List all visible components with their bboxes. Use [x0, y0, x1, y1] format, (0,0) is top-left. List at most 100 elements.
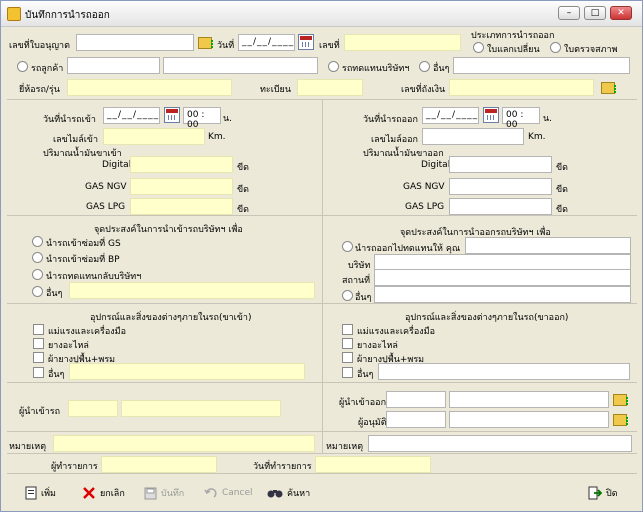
out-equip-jack-checkbox[interactable]	[342, 324, 353, 335]
in-equip-title: อุปกรณ์และสิ่งของต่างๆภายในรถ(ขาเข้า)	[90, 313, 252, 323]
in-fuel-ngv-label: GAS NGV	[85, 182, 127, 192]
out-time-input[interactable]: 00 : 00	[502, 107, 540, 130]
calendar-icon[interactable]	[298, 34, 314, 50]
in-equip-other-input[interactable]	[69, 363, 305, 380]
out-equip-spare-checkbox[interactable]	[342, 338, 353, 349]
operator-label: ผู้ทำรายการ	[51, 462, 98, 472]
out-fuel-lpg-input[interactable]	[449, 198, 552, 215]
in-purpose-gs-label: นำรถเข้าซ่อมที่ GS	[46, 239, 121, 249]
operator-input[interactable]	[101, 456, 217, 473]
in-mileage-input[interactable]	[103, 128, 205, 145]
in-fuel-digital-label: Digital	[102, 160, 132, 170]
divider	[7, 215, 637, 216]
out-equip-mat-checkbox[interactable]	[342, 352, 353, 363]
save-button[interactable]: บันทึก	[144, 484, 184, 502]
browse-driver-icon[interactable]	[613, 394, 628, 406]
customer-car-radio[interactable]	[17, 61, 28, 72]
out-equip-jack-label: แม่แรงและเครื่องมือ	[357, 327, 435, 337]
date-input[interactable]: __/__/____	[238, 34, 295, 51]
in-time-input[interactable]: 00 : 00	[183, 107, 221, 130]
plate-input[interactable]	[297, 79, 363, 96]
undo-icon	[204, 488, 217, 498]
license-input[interactable]	[76, 34, 194, 51]
in-fuel-lpg-unit: ขีด	[237, 205, 249, 215]
in-equip-jack-checkbox[interactable]	[33, 324, 44, 335]
company-car-label: รถทดแทนบริษัทฯ	[342, 64, 410, 74]
out-replace-name-input[interactable]	[465, 237, 631, 254]
browse-approver-icon[interactable]	[613, 414, 628, 426]
out-calendar-icon[interactable]	[483, 107, 499, 123]
in-fuel-ngv-input[interactable]	[130, 178, 233, 195]
browse-license-icon[interactable]	[198, 37, 213, 49]
in-purpose-gs-radio[interactable]	[32, 236, 43, 247]
in-equip-other-label: อื่นๆ	[48, 370, 65, 380]
out-remark-input[interactable]	[368, 435, 632, 452]
customer-car-name-input[interactable]	[163, 57, 318, 74]
out-equip-other-checkbox[interactable]	[342, 367, 353, 378]
window-title: บันทึกการนำรถออก	[25, 10, 110, 21]
out-purpose-other-input[interactable]	[374, 286, 631, 303]
title-bar: บันทึกการนำรถออก – □ ✕	[1, 1, 642, 27]
search-label: ค้นหา	[287, 489, 311, 499]
out-fuel-lpg-unit: ขีด	[556, 205, 568, 215]
out-fuel-digital-input[interactable]	[449, 156, 552, 173]
type-exchange-radio[interactable]	[473, 42, 484, 53]
cancel-en-button[interactable]: Cancel	[204, 484, 253, 502]
other-car-radio[interactable]	[419, 61, 430, 72]
chassis-label: เลขที่ถังเงิน	[401, 85, 446, 95]
out-approver-name-input[interactable]	[449, 411, 609, 428]
in-km-unit: Km.	[208, 132, 226, 142]
cancel-th-button[interactable]: ยกเลิก	[82, 484, 125, 502]
plate-label: ทะเบียน	[260, 85, 291, 95]
in-hour: 00	[187, 110, 199, 120]
in-equip-other-checkbox[interactable]	[33, 367, 44, 378]
out-approver-code-input[interactable]	[386, 411, 446, 428]
in-calendar-icon[interactable]	[164, 107, 180, 123]
company-car-radio[interactable]	[328, 61, 339, 72]
out-company-label: บริษัท	[348, 261, 371, 271]
in-purpose-return-label: นำรถทดแทนกลับบริษัทฯ	[46, 272, 142, 282]
out-driver-code-input[interactable]	[386, 391, 446, 408]
chassis-input[interactable]	[449, 79, 594, 96]
op-date-input[interactable]	[315, 456, 431, 473]
out-purpose-other-radio[interactable]	[342, 290, 353, 301]
maximize-button[interactable]: □	[584, 6, 606, 20]
search-button[interactable]: ค้นหา	[267, 484, 310, 502]
out-fuel-ngv-input[interactable]	[449, 178, 552, 195]
out-date-label: วันที่นำรถออก	[363, 115, 418, 125]
minimize-button[interactable]: –	[558, 6, 580, 20]
add-button[interactable]: เพิ่ม	[25, 484, 56, 502]
other-car-input[interactable]	[453, 57, 630, 74]
in-purpose-bp-label: นำรถเข้าซ่อมที่ BP	[46, 255, 120, 265]
in-purpose-other-input[interactable]	[69, 282, 315, 299]
in-purpose-return-radio[interactable]	[32, 269, 43, 280]
out-place-label: สถานที่	[342, 276, 371, 286]
out-equip-other-input[interactable]	[378, 363, 630, 380]
customer-car-input[interactable]	[67, 57, 160, 74]
in-purpose-other-label: อื่นๆ	[46, 289, 63, 299]
out-mileage-input[interactable]	[422, 128, 524, 145]
out-driver-name-input[interactable]	[449, 391, 609, 408]
divider-vertical	[322, 100, 323, 453]
in-purpose-bp-radio[interactable]	[32, 252, 43, 263]
in-remark-input[interactable]	[53, 435, 315, 452]
in-date-input[interactable]: __/__/____	[103, 107, 160, 124]
out-date-input[interactable]: __/__/____	[422, 107, 479, 124]
in-fuel-digital-input[interactable]	[130, 156, 233, 173]
in-fuel-lpg-label: GAS LPG	[86, 202, 126, 212]
number-input[interactable]	[344, 34, 461, 51]
browse-chassis-icon[interactable]	[601, 82, 616, 94]
out-purpose-replace-radio[interactable]	[342, 241, 353, 252]
in-driver-name-input[interactable]	[121, 400, 281, 417]
exit-button[interactable]: ปิด	[588, 484, 618, 502]
in-equip-spare-checkbox[interactable]	[33, 338, 44, 349]
close-window-button[interactable]: ✕	[610, 6, 632, 20]
in-fuel-lpg-input[interactable]	[130, 198, 233, 215]
out-place-input[interactable]	[374, 269, 631, 286]
type-inspect-radio[interactable]	[550, 42, 561, 53]
cancel-th-label: ยกเลิก	[100, 489, 125, 499]
in-purpose-other-radio[interactable]	[32, 286, 43, 297]
in-driver-code-input[interactable]	[68, 400, 118, 417]
in-equip-mat-checkbox[interactable]	[33, 352, 44, 363]
brand-input[interactable]	[67, 79, 232, 96]
